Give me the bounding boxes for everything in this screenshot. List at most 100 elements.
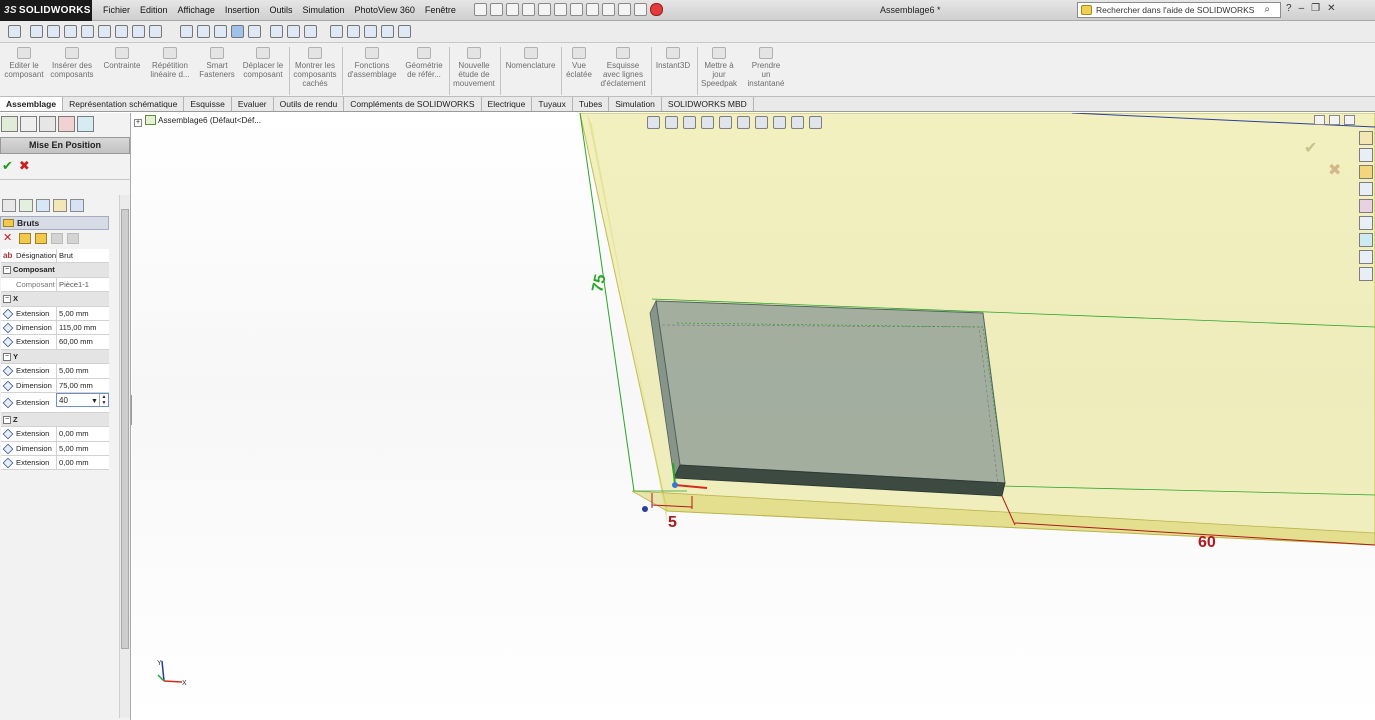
update-speedpak-button[interactable]: Mettre à jour Speedpak bbox=[698, 47, 740, 88]
section-view-icon[interactable] bbox=[701, 116, 714, 129]
zebra-icon[interactable] bbox=[364, 25, 377, 38]
design-library-icon[interactable] bbox=[1359, 148, 1373, 162]
previous-view-icon[interactable] bbox=[683, 116, 696, 129]
solidworks-resources-icon[interactable] bbox=[1359, 131, 1373, 145]
delete-icon[interactable]: ✕ bbox=[3, 233, 15, 244]
zoom-in-out-icon[interactable] bbox=[64, 25, 77, 38]
roll-icon[interactable] bbox=[132, 25, 145, 38]
tab-simulation[interactable]: Simulation bbox=[609, 97, 662, 111]
shaded-icon[interactable] bbox=[231, 25, 244, 38]
collapse-toggle-icon[interactable]: − bbox=[3, 415, 11, 424]
rebuild-icon[interactable] bbox=[586, 3, 599, 16]
feature-tree-root[interactable]: + Assemblage6 (Défaut<Déf... bbox=[134, 115, 261, 127]
new-folder-icon[interactable] bbox=[19, 233, 31, 244]
y-extension-edit-field[interactable]: 40 ▼ ▲ ▼ bbox=[56, 392, 109, 407]
collapse-toggle-icon[interactable]: − bbox=[3, 295, 11, 304]
restore-icon[interactable]: ❐ bbox=[1311, 3, 1320, 14]
realview-icon[interactable] bbox=[304, 25, 317, 38]
configuration-manager-icon[interactable] bbox=[39, 116, 56, 132]
move-component-button[interactable]: Déplacer le composant bbox=[240, 47, 286, 79]
instant3d-button[interactable]: Instant3D bbox=[653, 47, 693, 70]
hidden-lines-icon[interactable] bbox=[197, 25, 210, 38]
tab-outils-de-rendu[interactable]: Outils de rendu bbox=[274, 97, 345, 111]
toolbox-icon[interactable] bbox=[1359, 250, 1373, 264]
property-row-designation[interactable]: ab Désignation Brut bbox=[1, 249, 109, 264]
mate-button[interactable]: Contrainte bbox=[100, 47, 144, 70]
photo-icon[interactable] bbox=[398, 25, 411, 38]
tab-electrique[interactable]: Electrique bbox=[482, 97, 533, 111]
show-hidden-components-button[interactable]: Montrer les composants cachés bbox=[291, 47, 339, 88]
help-search-input[interactable]: Rechercher dans l'aide de SOLIDWORKS ⌕ bbox=[1077, 2, 1281, 18]
menu-edition[interactable]: Edition bbox=[135, 0, 173, 21]
custom-properties-icon[interactable] bbox=[1359, 216, 1373, 230]
plugin-axis-icon[interactable] bbox=[19, 199, 33, 212]
perspective-icon[interactable] bbox=[248, 25, 261, 38]
viewport-split-icon[interactable] bbox=[1314, 115, 1325, 125]
section-composant[interactable]: − Composant bbox=[1, 263, 109, 278]
select-icon[interactable] bbox=[570, 3, 583, 16]
print-icon[interactable] bbox=[538, 3, 551, 16]
property-manager-icon[interactable] bbox=[20, 116, 37, 132]
property-row-x-extension-2[interactable]: Extension 60,00 mm bbox=[1, 335, 109, 350]
scrollbar-thumb[interactable] bbox=[121, 209, 129, 649]
section-x[interactable]: − X bbox=[1, 292, 109, 307]
previous-view-icon[interactable] bbox=[149, 25, 162, 38]
zoom-to-area-icon[interactable] bbox=[665, 116, 678, 129]
file-properties-icon[interactable] bbox=[602, 3, 615, 16]
view-settings-icon[interactable] bbox=[809, 116, 822, 129]
edit-appearance-icon[interactable] bbox=[773, 116, 786, 129]
minimize-icon[interactable]: – bbox=[1299, 3, 1305, 14]
viewport-restore-icon[interactable] bbox=[1329, 115, 1340, 125]
zoom-area-icon[interactable] bbox=[47, 25, 60, 38]
hide-show-items-icon[interactable] bbox=[755, 116, 768, 129]
ok-button[interactable]: ✔ bbox=[2, 158, 13, 174]
zoom-to-fit-icon[interactable] bbox=[647, 116, 660, 129]
menu-affichage[interactable]: Affichage bbox=[173, 0, 220, 21]
new-motion-study-button[interactable]: Nouvelle étude de mouvement bbox=[450, 47, 498, 88]
property-row-x-dimension[interactable]: Dimension 115,00 mm bbox=[1, 320, 109, 336]
curvature-icon[interactable] bbox=[330, 25, 343, 38]
reference-geometry-button[interactable]: Géométrie de référ... bbox=[400, 47, 448, 79]
plugin-folder-icon[interactable] bbox=[53, 199, 67, 212]
open-folder-icon[interactable] bbox=[35, 233, 47, 244]
collapse-toggle-icon[interactable]: − bbox=[3, 266, 11, 275]
feature-manager-icon[interactable] bbox=[1, 116, 18, 132]
property-row-z-extension-2[interactable]: Extension 0,00 mm bbox=[1, 456, 109, 471]
underlying-icon[interactable] bbox=[381, 25, 394, 38]
plugin-part-icon[interactable] bbox=[2, 199, 16, 212]
property-row-z-dimension[interactable]: Dimension 5,00 mm bbox=[1, 441, 109, 457]
collapse-toggle-icon[interactable]: − bbox=[3, 352, 11, 361]
new-document-icon[interactable] bbox=[490, 3, 503, 16]
draft-icon[interactable] bbox=[347, 25, 360, 38]
tab-complements[interactable]: Compléments de SOLIDWORKS bbox=[344, 97, 482, 111]
menu-outils[interactable]: Outils bbox=[264, 0, 297, 21]
plugin-pane-icon[interactable] bbox=[1359, 267, 1373, 281]
shadows-icon[interactable] bbox=[287, 25, 300, 38]
property-row-component[interactable]: Composant Pièce1-1 bbox=[1, 277, 109, 293]
linear-pattern-button[interactable]: Répétition linéaire d... bbox=[146, 47, 194, 79]
spin-buttons-icon[interactable]: ▲ ▼ bbox=[99, 393, 108, 406]
panel-scrollbar[interactable] bbox=[119, 195, 130, 718]
menu-photoview[interactable]: PhotoView 360 bbox=[350, 0, 420, 21]
shaded-edges-icon[interactable] bbox=[214, 25, 227, 38]
insert-components-button[interactable]: Insérer des composants bbox=[48, 47, 96, 79]
tab-evaluer[interactable]: Evaluer bbox=[232, 97, 274, 111]
viewport-ok-icon[interactable]: ✔ bbox=[1304, 140, 1317, 157]
section-view-icon[interactable] bbox=[270, 25, 283, 38]
tab-esquisse[interactable]: Esquisse bbox=[184, 97, 232, 111]
wireframe-icon[interactable] bbox=[180, 25, 193, 38]
explode-line-sketch-button[interactable]: Esquisse avec lignes d'éclatement bbox=[597, 47, 649, 88]
plugin-globe-icon[interactable] bbox=[36, 199, 50, 212]
exploded-view-button[interactable]: Vue éclatée bbox=[562, 47, 596, 79]
assembly-features-button[interactable]: Fonctions d'assemblage bbox=[344, 47, 400, 79]
pin-icon[interactable] bbox=[474, 3, 487, 16]
menu-fenetre[interactable]: Fenêtre bbox=[420, 0, 461, 21]
property-row-y-extension-2[interactable]: Extension 40 ▼ ▲ ▼ bbox=[1, 392, 109, 413]
graphics-area[interactable]: 75 5 60 ✔ ✖ Y X + Assemblage6 (Défaut<Déf… bbox=[132, 113, 1375, 720]
expand-icon[interactable]: + bbox=[134, 119, 142, 127]
view-palette-icon[interactable] bbox=[1359, 182, 1373, 196]
open-icon[interactable] bbox=[506, 3, 519, 16]
take-snapshot-button[interactable]: Prendre un instantané bbox=[744, 47, 788, 88]
options-icon[interactable] bbox=[618, 3, 631, 16]
move-icon[interactable] bbox=[634, 3, 647, 16]
